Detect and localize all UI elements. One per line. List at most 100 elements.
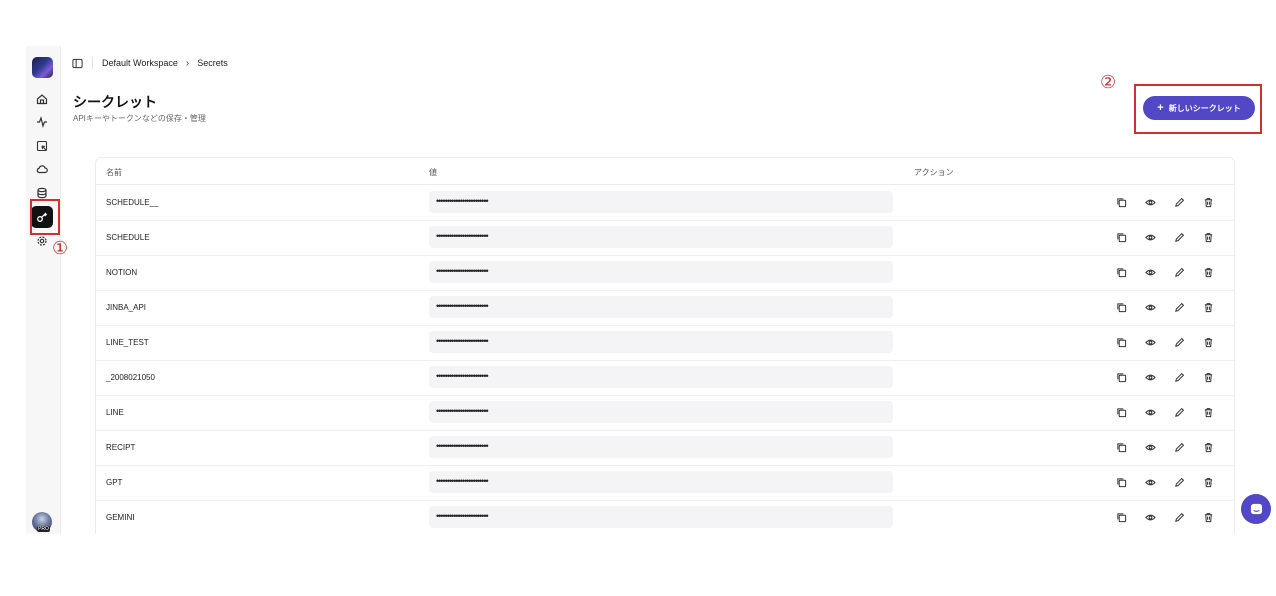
- table-row: JINBA_API ••••••••••••••••••••••••: [96, 290, 1234, 326]
- trash-icon[interactable]: [1201, 230, 1216, 244]
- eye-icon[interactable]: [1143, 230, 1158, 244]
- copy-icon[interactable]: [1114, 510, 1129, 524]
- eye-icon[interactable]: [1143, 300, 1158, 314]
- secrets-table: 名前 値 アクション SCHEDULE__ •••••••••••••••••••…: [95, 157, 1235, 534]
- trash-icon[interactable]: [1201, 300, 1216, 314]
- sidebar-toggle-icon[interactable]: [72, 57, 84, 69]
- row-actions: [1114, 230, 1216, 244]
- pencil-icon[interactable]: [1172, 440, 1187, 454]
- copy-icon[interactable]: [1114, 300, 1129, 314]
- masked-value: ••••••••••••••••••••••••: [436, 266, 489, 276]
- trash-icon[interactable]: [1201, 475, 1216, 489]
- table-row: NOTION ••••••••••••••••••••••••: [96, 255, 1234, 291]
- app-logo[interactable]: [32, 57, 53, 78]
- table-row: LINE_TEST ••••••••••••••••••••••••: [96, 325, 1234, 361]
- secret-name: _2008021050: [106, 373, 155, 382]
- trash-icon[interactable]: [1201, 440, 1216, 454]
- secret-name: LINE: [106, 408, 124, 417]
- copy-icon[interactable]: [1114, 475, 1129, 489]
- table-row: _2008021050 ••••••••••••••••••••••••: [96, 360, 1234, 396]
- masked-value: ••••••••••••••••••••••••: [436, 336, 489, 346]
- copy-icon[interactable]: [1114, 370, 1129, 384]
- secret-name: RECIPT: [106, 443, 136, 452]
- pencil-icon[interactable]: [1172, 475, 1187, 489]
- settings-icon[interactable]: [34, 233, 50, 249]
- table-row: GPT ••••••••••••••••••••••••: [96, 465, 1234, 501]
- masked-value: ••••••••••••••••••••••••: [436, 511, 489, 521]
- masked-value: ••••••••••••••••••••••••: [436, 371, 489, 381]
- task-icon[interactable]: [34, 138, 50, 154]
- row-actions: [1114, 475, 1216, 489]
- secret-name: SCHEDULE__: [106, 198, 159, 207]
- pencil-icon[interactable]: [1172, 370, 1187, 384]
- eye-icon[interactable]: [1143, 195, 1158, 209]
- secret-name: LINE_TEST: [106, 338, 149, 347]
- secret-value-field: ••••••••••••••••••••••••: [429, 261, 893, 283]
- masked-value: ••••••••••••••••••••••••: [436, 231, 489, 241]
- table-row: RECIPT ••••••••••••••••••••••••: [96, 430, 1234, 466]
- secret-value-field: ••••••••••••••••••••••••: [429, 226, 893, 248]
- pencil-icon[interactable]: [1172, 195, 1187, 209]
- chat-launcher-button[interactable]: [1241, 494, 1271, 524]
- pencil-icon[interactable]: [1172, 300, 1187, 314]
- eye-icon[interactable]: [1143, 440, 1158, 454]
- secret-value-field: ••••••••••••••••••••••••: [429, 296, 893, 318]
- trash-icon[interactable]: [1201, 370, 1216, 384]
- copy-icon[interactable]: [1114, 265, 1129, 279]
- eye-icon[interactable]: [1143, 405, 1158, 419]
- sidebar: PRO: [26, 46, 61, 534]
- row-actions: [1114, 405, 1216, 419]
- pencil-icon[interactable]: [1172, 230, 1187, 244]
- table-row: SCHEDULE__ ••••••••••••••••••••••••: [96, 185, 1234, 221]
- annotation-box-2: [1134, 84, 1262, 134]
- pencil-icon[interactable]: [1172, 265, 1187, 279]
- table-header: 名前 値 アクション: [96, 158, 1234, 185]
- eye-icon[interactable]: [1143, 475, 1158, 489]
- trash-icon[interactable]: [1201, 510, 1216, 524]
- page-subtitle: APIキーやトークンなどの保存・管理: [73, 114, 206, 123]
- secret-value-field: ••••••••••••••••••••••••: [429, 436, 893, 458]
- pencil-icon[interactable]: [1172, 510, 1187, 524]
- secret-value-field: ••••••••••••••••••••••••: [429, 331, 893, 353]
- secret-value-field: ••••••••••••••••••••••••: [429, 366, 893, 388]
- copy-icon[interactable]: [1114, 440, 1129, 454]
- secret-value-field: ••••••••••••••••••••••••: [429, 506, 893, 528]
- row-actions: [1114, 195, 1216, 209]
- divider: [92, 57, 93, 69]
- annotation-number-2: ②: [1100, 72, 1117, 93]
- breadcrumb: Default Workspace › Secrets: [72, 56, 228, 70]
- copy-icon[interactable]: [1114, 195, 1129, 209]
- masked-value: ••••••••••••••••••••••••: [436, 441, 489, 451]
- trash-icon[interactable]: [1201, 265, 1216, 279]
- copy-icon[interactable]: [1114, 230, 1129, 244]
- trash-icon[interactable]: [1201, 405, 1216, 419]
- secret-name: SCHEDULE: [106, 233, 150, 242]
- annotation-number-1: ①: [52, 238, 69, 259]
- trash-icon[interactable]: [1201, 195, 1216, 209]
- masked-value: ••••••••••••••••••••••••: [436, 196, 489, 206]
- row-actions: [1114, 370, 1216, 384]
- pencil-icon[interactable]: [1172, 405, 1187, 419]
- activity-icon[interactable]: [34, 114, 50, 130]
- pencil-icon[interactable]: [1172, 335, 1187, 349]
- secret-value-field: ••••••••••••••••••••••••: [429, 471, 893, 493]
- row-actions: [1114, 510, 1216, 524]
- eye-icon[interactable]: [1143, 335, 1158, 349]
- row-actions: [1114, 265, 1216, 279]
- header-value: 値: [429, 168, 437, 177]
- eye-icon[interactable]: [1143, 265, 1158, 279]
- cloud-icon[interactable]: [34, 161, 50, 177]
- copy-icon[interactable]: [1114, 405, 1129, 419]
- eye-icon[interactable]: [1143, 370, 1158, 384]
- trash-icon[interactable]: [1201, 335, 1216, 349]
- secret-value-field: ••••••••••••••••••••••••: [429, 191, 893, 213]
- secret-name: NOTION: [106, 268, 138, 277]
- secret-name: GPT: [106, 478, 123, 487]
- app-window: PRO Default Workspace › Secrets シークレット A…: [26, 46, 1270, 534]
- copy-icon[interactable]: [1114, 335, 1129, 349]
- home-icon[interactable]: [34, 91, 50, 107]
- eye-icon[interactable]: [1143, 510, 1158, 524]
- table-row: SCHEDULE ••••••••••••••••••••••••: [96, 220, 1234, 256]
- breadcrumb-workspace[interactable]: Default Workspace: [102, 58, 178, 68]
- secret-name: GEMINI: [106, 513, 135, 522]
